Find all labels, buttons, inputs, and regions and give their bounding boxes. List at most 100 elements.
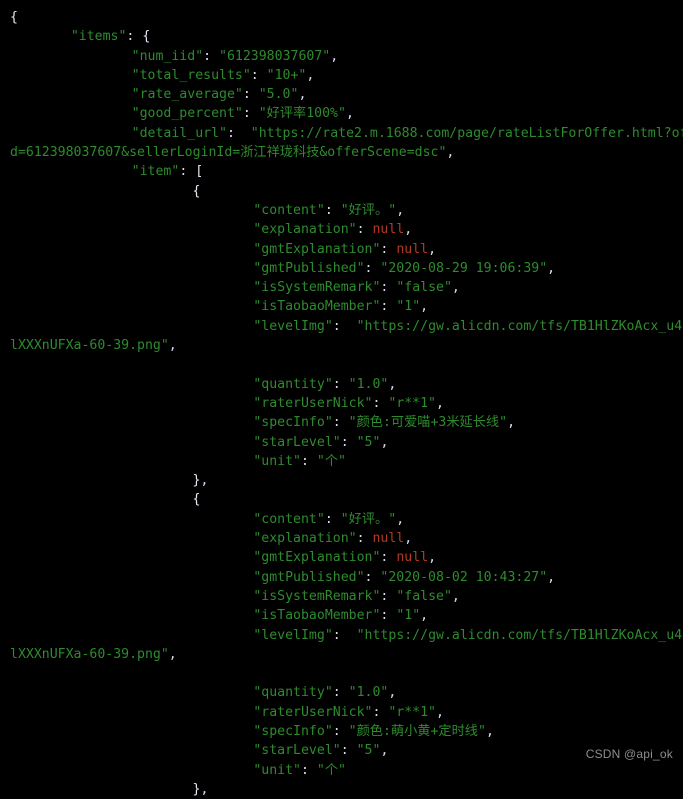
code-line: "quantity": "1.0", <box>0 375 683 394</box>
code-line: "explanation": null, <box>0 220 683 239</box>
code-token-p <box>341 685 349 700</box>
code-token-k: "gmtPublished" <box>253 260 365 276</box>
code-token-s: "https://rate2.m.1688.com/page/rateListF… <box>250 125 683 141</box>
code-token-s: "false" <box>396 280 452 296</box>
code-token-p: : <box>332 415 341 431</box>
code-token-k: "levelImg" <box>253 318 333 334</box>
code-token-p: , <box>507 415 516 431</box>
code-token-k: "content" <box>253 202 325 218</box>
code-token-p <box>341 724 349 739</box>
code-line: "isTaobaoMember": "1", <box>0 297 683 316</box>
code-token-b: { <box>142 29 151 45</box>
code-token-k: "isTaobaoMember" <box>253 608 381 624</box>
code-token-p: , <box>436 704 444 720</box>
code-token-s: "612398037607" <box>219 48 331 64</box>
code-token-p: : <box>250 67 259 83</box>
code-line: "levelImg": "https://gw.alicdn.com/tfs/T… <box>0 626 683 645</box>
code-token-p: , <box>298 87 307 103</box>
code-token-p <box>341 415 349 430</box>
code-token-p: , <box>330 48 339 64</box>
code-token-k: "raterUserNick" <box>253 704 373 720</box>
code-line: "detail_url": "https://rate2.m.1688.com/… <box>0 124 683 143</box>
code-token-p: , <box>451 588 460 604</box>
code-token-p: : <box>301 453 309 469</box>
code-token-k: "item" <box>131 164 180 180</box>
code-token-nul: null <box>396 550 429 566</box>
code-token-b: } <box>192 781 201 797</box>
code-token-k: "specInfo" <box>253 415 333 431</box>
code-line: "specInfo": "颜色:萌小黄+定时线", <box>0 722 683 741</box>
code-token-b: { <box>192 492 201 508</box>
code-token-s: "2020-08-02 10:43:27" <box>380 569 548 585</box>
code-token-p <box>341 377 349 392</box>
code-token-k: "unit" <box>253 453 301 469</box>
code-token-s: lXXXnUFXa-60-39.png" <box>10 338 169 354</box>
code-line: "gmtPublished": "2020-08-29 19:06:39", <box>0 259 683 278</box>
code-line: }, <box>0 471 683 490</box>
code-line: "specInfo": "颜色:可爱喵+3米延长线", <box>0 413 683 432</box>
code-token-k: "isSystemRemark" <box>253 280 381 296</box>
code-token-p: , <box>547 569 556 585</box>
code-token-s: "5" <box>356 434 381 450</box>
code-token-p: , <box>396 202 405 218</box>
code-line: "content": "好评。", <box>0 201 683 220</box>
code-token-s: "r**1" <box>388 395 436 411</box>
code-token-p <box>333 203 341 218</box>
code-token-k: "gmtPublished" <box>253 569 365 585</box>
code-token-p: : <box>340 743 349 759</box>
code-token-s: "https://gw.alicdn.com/tfs/TB1HlZKoAcx_u… <box>356 318 683 334</box>
code-token-k: "explanation" <box>253 531 357 547</box>
code-token-k: "unit" <box>253 762 301 778</box>
code-token-k: "items" <box>70 29 127 45</box>
code-token-b: { <box>10 10 18 25</box>
code-line: "raterUserNick": "r**1", <box>0 703 683 722</box>
code-token-p: , <box>388 685 397 701</box>
code-line: "starLevel": "5", <box>0 433 683 452</box>
code-token-p <box>235 126 251 141</box>
code-token-p <box>211 49 219 64</box>
code-line: d=612398037607&sellerLoginId=浙江祥珑科技&offe… <box>0 143 683 162</box>
code-token-s: "10+" <box>266 67 307 83</box>
code-line: "isSystemRemark": "false", <box>0 278 683 297</box>
code-token-p <box>341 319 357 334</box>
code-token-p: : <box>332 685 341 701</box>
code-token-k: "gmtExplanation" <box>253 241 381 257</box>
json-response-code-block: {"items": {"num_iid": "612398037607", "to… <box>0 8 683 797</box>
code-token-p: : <box>332 318 341 334</box>
code-line: "gmtPublished": "2020-08-02 10:43:27", <box>0 568 683 587</box>
code-token-p <box>309 763 317 778</box>
code-token-s: "1.0" <box>348 376 389 392</box>
code-token-p: : <box>301 762 309 778</box>
code-line: "levelImg": "https://gw.alicdn.com/tfs/T… <box>0 317 683 336</box>
code-token-s: "https://gw.alicdn.com/tfs/TB1HlZKoAcx_u… <box>356 627 683 643</box>
code-line: "items": { <box>0 27 683 46</box>
code-token-nul: null <box>396 241 429 257</box>
code-token-k: "levelImg" <box>253 627 333 643</box>
code-token-k: "detail_url" <box>131 125 227 141</box>
code-token-p: , <box>380 434 389 450</box>
code-line: "total_results": "10+", <box>0 66 683 85</box>
code-line: "quantity": "1.0", <box>0 683 683 702</box>
code-token-k: "explanation" <box>253 222 357 238</box>
code-token-k: "rate_average" <box>131 87 243 103</box>
code-token-p: : <box>324 511 333 527</box>
code-token-p: : <box>332 723 341 739</box>
code-token-p: : <box>340 434 349 450</box>
code-line: "rate_average": "5.0", <box>0 85 683 104</box>
code-line: "good_percent": "好评率100%", <box>0 104 683 123</box>
code-token-s: "5" <box>356 743 381 759</box>
code-token-p: , <box>446 145 455 161</box>
code-line: "starLevel": "5", <box>0 741 683 760</box>
code-token-p: , <box>396 511 405 527</box>
code-token-s: "好评。" <box>340 202 397 218</box>
code-token-s: "1.0" <box>348 685 389 701</box>
code-token-p <box>341 628 357 643</box>
code-token-p: , <box>168 338 177 354</box>
code-token-s: "false" <box>396 588 452 604</box>
code-token-p: : <box>324 202 333 218</box>
code-token-k: "isTaobaoMember" <box>253 299 381 315</box>
code-token-p: : <box>242 87 251 103</box>
code-token-k: "quantity" <box>253 376 333 392</box>
code-line: { <box>0 182 683 201</box>
